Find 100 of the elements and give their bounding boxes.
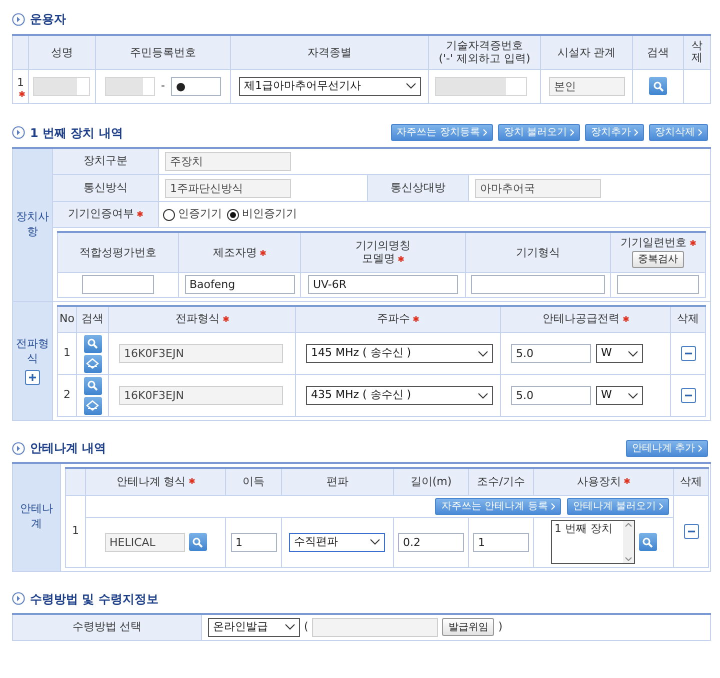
masked-field[interactable]	[435, 76, 527, 96]
text-field[interactable]	[312, 618, 438, 637]
remove-button[interactable]	[684, 524, 698, 538]
eraser-icon	[86, 400, 99, 411]
bullet-icon	[12, 12, 25, 26]
text-field[interactable]: 1	[473, 532, 529, 552]
chevron-down-icon	[478, 392, 488, 398]
eraser-button[interactable]	[84, 354, 102, 372]
dropdown[interactable]: 145 MHz ( 송수신 )	[306, 344, 493, 363]
add-button[interactable]	[25, 370, 40, 385]
text-field[interactable]: 아마추어국	[475, 178, 601, 198]
required-icon	[137, 211, 143, 218]
dropdown[interactable]: 온라인발급	[208, 618, 300, 637]
text-field[interactable]: 5.0	[511, 344, 591, 363]
column-header: 검색	[82, 312, 104, 325]
chevron-down-icon	[406, 83, 416, 89]
search-button[interactable]	[84, 376, 102, 394]
required-icon	[398, 256, 404, 262]
bullet-icon	[12, 442, 25, 454]
column-header: 삭제	[680, 474, 702, 488]
column-header: 전파형식	[176, 312, 228, 325]
text-field[interactable]: 16K0F3EJN	[119, 344, 283, 363]
required-icon	[188, 478, 195, 484]
column-header: 기술자격증번호 ('-' 제외하고 입력)	[438, 39, 532, 66]
column-header: 기기형식	[516, 246, 560, 259]
dropdown[interactable]: W	[596, 386, 643, 405]
section-title: 수령방법 및 수령지정보	[30, 590, 158, 608]
column-header: 안테나공급전력	[542, 312, 628, 325]
masked-field[interactable]	[105, 76, 155, 96]
side-label: 안테나계	[19, 502, 54, 532]
radio-button[interactable]	[227, 208, 239, 220]
text-field[interactable]: 16K0F3EJN	[119, 386, 283, 405]
masked-field[interactable]	[33, 76, 90, 96]
column-header: 자격종별	[308, 46, 352, 59]
text-field[interactable]: ●	[170, 76, 221, 96]
device-list[interactable]: 1 번째 장치	[550, 520, 634, 564]
delegate-button[interactable]: 발급위임	[442, 618, 494, 636]
field-label: 장치구분	[84, 154, 128, 167]
search-button[interactable]	[649, 77, 667, 95]
dropdown[interactable]: 435 MHz ( 송수신 )	[306, 386, 493, 405]
row-number: 1	[72, 524, 79, 537]
search-button[interactable]	[638, 533, 656, 551]
column-header: 삭제	[692, 40, 702, 64]
search-button[interactable]	[84, 334, 102, 352]
remove-button[interactable]	[680, 388, 696, 403]
radio-option[interactable]: 비인증기기	[227, 206, 297, 223]
chevron-icon	[698, 129, 702, 136]
chevron-down-icon	[370, 539, 380, 545]
column-header: 안테나계 형식	[116, 474, 195, 488]
required-icon	[19, 91, 25, 98]
radio-option[interactable]: 인증기기	[163, 206, 222, 223]
separator: -	[161, 78, 165, 94]
text-field[interactable]	[617, 275, 699, 294]
search-icon	[87, 380, 98, 391]
remove-button[interactable]	[680, 346, 696, 361]
eraser-icon	[86, 358, 99, 369]
text-field[interactable]: 0.2	[398, 532, 464, 552]
column-header: No	[60, 312, 74, 325]
duplicate-check-button[interactable]: 중복검사	[632, 251, 684, 268]
chevron-down-icon	[285, 624, 295, 630]
text-field[interactable]: 5.0	[511, 386, 591, 405]
column-header: 기기의명칭 모델명	[356, 239, 410, 266]
section-title: 1 번째 장치 내역	[30, 124, 123, 142]
chevron-down-icon	[628, 350, 638, 356]
text-field[interactable]: 1	[230, 532, 276, 552]
scroll-down-icon[interactable]	[624, 557, 632, 561]
text-field[interactable]	[471, 275, 605, 294]
text-field[interactable]: UV-6R	[308, 275, 458, 294]
column-header: 기기일련번호	[620, 236, 696, 250]
column-header: 조수/기수	[477, 474, 525, 488]
text-field[interactable]: 주장치	[165, 152, 291, 171]
text-field[interactable]: 1주파단신방식	[165, 178, 291, 198]
column-header: 길이(m)	[410, 474, 452, 488]
search-button[interactable]	[188, 533, 206, 551]
text-field[interactable]: 본인	[549, 76, 625, 96]
row-number: 1	[16, 74, 25, 98]
plus-icon	[28, 372, 37, 382]
column-header: 검색	[647, 46, 669, 59]
required-icon	[260, 250, 266, 256]
field-label: 수령방법 선택	[72, 620, 142, 633]
parenthesis: )	[498, 619, 503, 635]
radio-button[interactable]	[163, 208, 175, 220]
chevron-icon	[698, 444, 702, 452]
eraser-button[interactable]	[84, 396, 102, 414]
row-number: 2	[64, 388, 70, 402]
dropdown[interactable]: 제1급아마추어무선기사	[239, 76, 421, 96]
scroll-up-icon[interactable]	[624, 523, 632, 527]
text-field[interactable]: HELICAL	[104, 532, 184, 552]
text-field[interactable]: Baofeng	[184, 275, 294, 294]
field-label: 통신방식	[84, 180, 128, 194]
side-label: 전파형식	[15, 336, 50, 367]
section-title: 운용자	[30, 11, 66, 28]
column-header: 편파	[326, 474, 348, 488]
required-icon	[622, 316, 628, 322]
search-icon	[192, 536, 203, 548]
chevron-icon	[550, 502, 555, 510]
dropdown[interactable]: W	[596, 344, 643, 363]
dropdown[interactable]: 수직편파	[289, 532, 385, 552]
text-field[interactable]	[82, 275, 154, 294]
section-title: 안테나계 내역	[30, 440, 106, 457]
